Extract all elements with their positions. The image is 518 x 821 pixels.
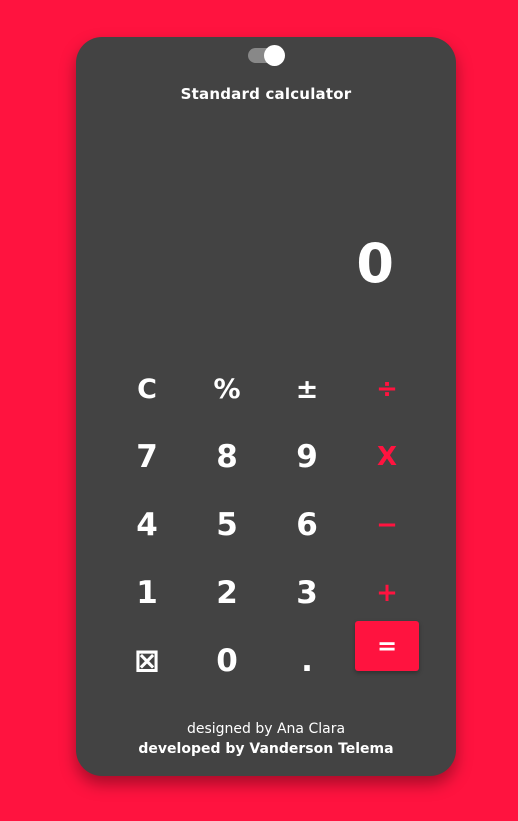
divide-button[interactable]: ÷ [347, 355, 427, 423]
digit-7-button[interactable]: 7 [107, 423, 187, 491]
backspace-button[interactable]: ⊠ [107, 627, 187, 695]
clear-button[interactable]: C [107, 355, 187, 423]
digit-8-button[interactable]: 8 [187, 423, 267, 491]
equals-button[interactable]: = [355, 621, 419, 671]
digit-9-button[interactable]: 9 [267, 423, 347, 491]
digit-4-button[interactable]: 4 [107, 491, 187, 559]
plus-minus-button[interactable]: ± [267, 355, 347, 423]
digit-6-button[interactable]: 6 [267, 491, 347, 559]
equals-cell: = [347, 621, 427, 695]
digit-5-button[interactable]: 5 [187, 491, 267, 559]
digit-2-button[interactable]: 2 [187, 559, 267, 627]
add-button[interactable]: + [347, 559, 427, 627]
multiply-button[interactable]: X [347, 423, 427, 491]
decimal-button[interactable]: . [267, 627, 347, 695]
toggle-knob [264, 45, 285, 66]
result-display: 0 [356, 232, 394, 295]
theme-toggle[interactable] [248, 45, 285, 66]
digit-1-button[interactable]: 1 [107, 559, 187, 627]
digit-3-button[interactable]: 3 [267, 559, 347, 627]
designed-by-text: designed by Ana Clara [186, 721, 346, 737]
keypad: C % ± ÷ 7 8 9 X 4 5 6 − 1 2 3 + ⊠ 0 . = [107, 355, 427, 695]
calculator-card: Standard calculator 0 C % ± ÷ 7 8 9 X 4 … [76, 37, 456, 776]
digit-0-button[interactable]: 0 [187, 627, 267, 695]
developed-by-text: developed by Vanderson Telema [138, 741, 394, 757]
credits: designed by Ana Clara developed by Vande… [76, 719, 456, 759]
page-title: Standard calculator [180, 85, 352, 103]
percent-button[interactable]: % [187, 355, 267, 423]
subtract-button[interactable]: − [347, 491, 427, 559]
